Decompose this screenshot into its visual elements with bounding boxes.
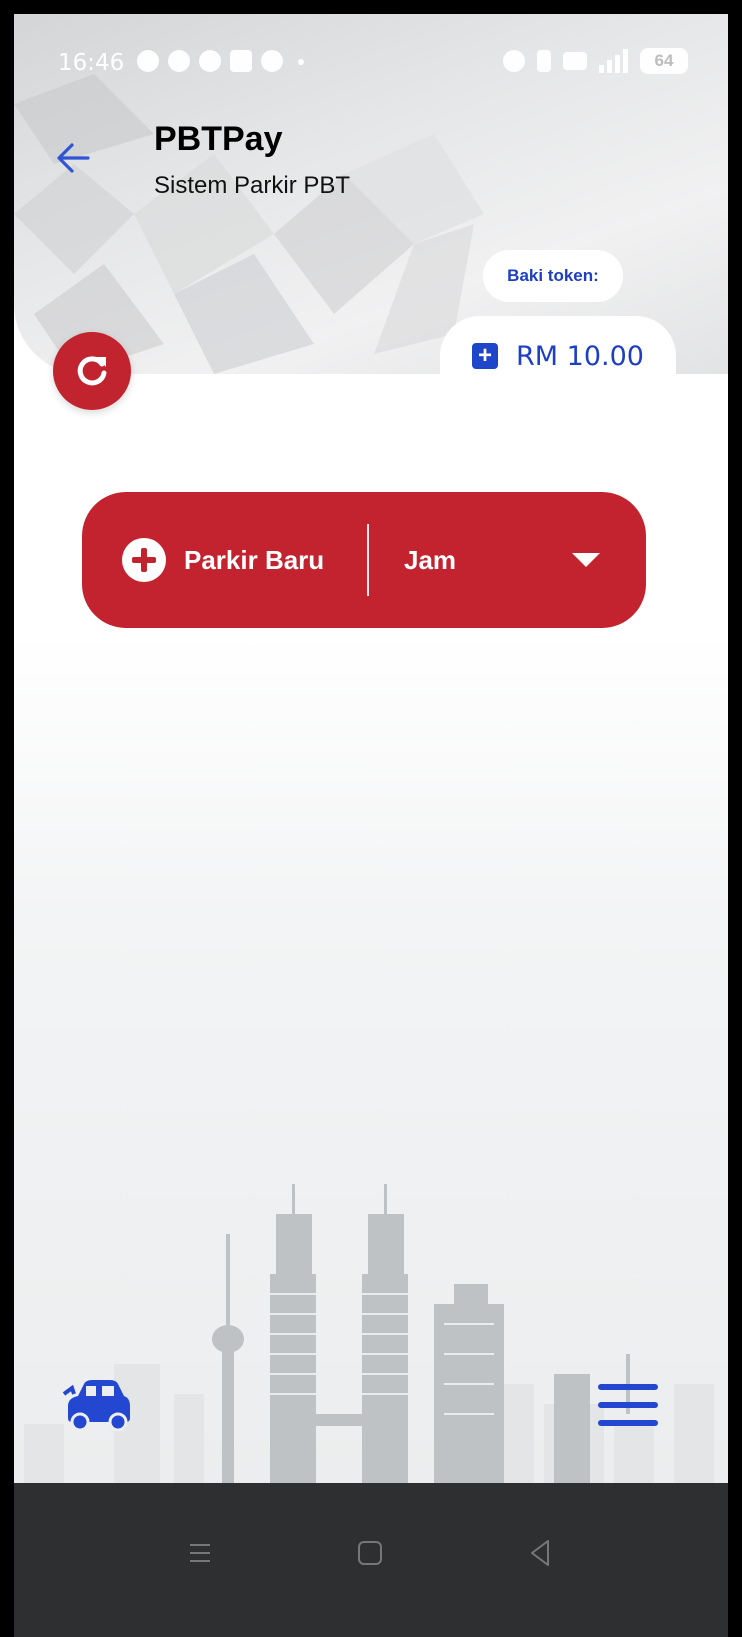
divider: [367, 524, 369, 596]
home-icon[interactable]: [350, 1533, 390, 1573]
more-dot-icon: [298, 59, 304, 65]
status-bar: 16:46 64: [14, 14, 728, 109]
app-screen: 16:46 64 PBTPay Sistem Parkir PBT Baki t…: [14, 14, 728, 1637]
new-parking-label: Parkir Baru: [184, 544, 325, 575]
duration-unit-value: Jam: [404, 544, 457, 575]
duration-unit-select[interactable]: Jam: [404, 492, 610, 628]
status-time: 16:46: [58, 50, 125, 76]
city-skyline-illustration: [24, 1184, 714, 1494]
refresh-button[interactable]: [53, 332, 131, 410]
system-navigation-bar: [14, 1483, 728, 1637]
volte-icon: [563, 52, 587, 70]
plus-square-icon[interactable]: +: [472, 343, 499, 369]
new-parking-bar: Parkir Baru Jam: [82, 492, 646, 628]
facebook-icon: [168, 50, 190, 72]
shopping-bag-icon: [230, 50, 252, 72]
arrow-left-icon[interactable]: [50, 134, 98, 182]
notification-icons: [137, 50, 304, 72]
refresh-icon: [77, 356, 107, 386]
vibrate-icon: [537, 50, 551, 72]
token-balance-label: Baki token:: [483, 250, 623, 302]
app-title: PBTPay: [154, 120, 283, 158]
car-icon[interactable]: [62, 1374, 134, 1434]
chat-icon: [261, 50, 283, 72]
battery-icon: 64: [640, 48, 688, 74]
system-icons: 64: [503, 48, 688, 74]
app-subtitle: Sistem Parkir PBT: [154, 172, 351, 199]
new-parking-button[interactable]: Parkir Baru: [122, 492, 324, 628]
plus-circle-icon: [122, 538, 166, 582]
facebook-icon: [199, 50, 221, 72]
facebook-icon: [137, 50, 159, 72]
hamburger-menu-icon[interactable]: [598, 1384, 658, 1428]
token-balance-box[interactable]: + RM 10.00: [440, 316, 676, 396]
caret-down-icon: [572, 553, 600, 567]
signal-icon: [599, 49, 628, 73]
recents-icon[interactable]: [180, 1533, 220, 1573]
token-amount: RM 10.00: [516, 340, 644, 372]
back-nav-icon[interactable]: [520, 1533, 560, 1573]
alarm-icon: [503, 50, 525, 72]
